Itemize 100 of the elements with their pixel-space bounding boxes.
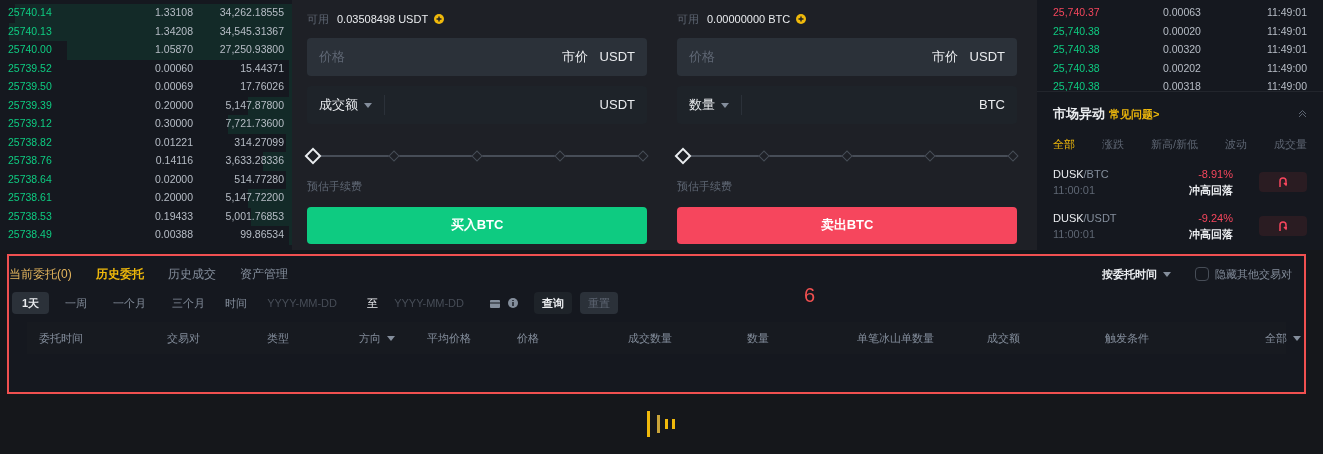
amount-type-selector[interactable]: 成交额 [319,95,385,115]
unit-label: USDT [599,96,635,115]
filter-tab[interactable]: 波动 [1225,135,1247,152]
pair-name: DUSK/BTC [1053,166,1110,182]
change-percent: -8.91% [1198,166,1233,182]
available-label: 可用 [677,11,699,27]
column-header: 类型 [267,330,290,346]
event-time: 11:00:01 [1053,183,1096,198]
trade-price: 25,740.38 [1053,23,1101,39]
available-balance: 0.00000000 BTC [707,11,791,27]
unit-label: USDT [969,48,1005,67]
trade-time: 11:49:00 [1265,79,1307,91]
bid-amount: 0.01221 [154,134,193,150]
period-tab[interactable]: 一个月 [103,292,157,314]
available-label: 可用 [307,11,329,27]
bid-amount: 0.20000 [154,97,193,113]
column-header[interactable]: 方向 [359,329,427,347]
bid-total: 5,001.76853 [224,208,284,224]
trade-price: 25,740.38 [1053,60,1101,76]
bid-total: 34,262.18555 [218,5,284,21]
trade-time: 11:49:01 [1265,42,1307,58]
trade-amount: 0.00320 [1163,42,1202,58]
submit-order-button[interactable]: 卖出BTC [677,206,1017,244]
faq-link[interactable]: 常见问题> [1109,105,1160,122]
bid-amount: 0.20000 [154,190,193,206]
date-separator: 至 [367,295,379,311]
bid-amount: 0.30000 [154,116,193,132]
bid-total: 5,147.72200 [224,190,284,206]
bid-amount: 0.00069 [154,79,193,95]
bid-total: 5,147.87800 [224,97,284,113]
trade-price: 25,740.38 [1053,42,1101,58]
trade-amount: 0.00202 [1163,60,1202,76]
trade-price: 25,740.37 [1053,5,1101,21]
bid-amount: 0.02000 [154,171,193,187]
bid-price: 25739.12 [8,116,53,132]
bid-amount: 0.19433 [154,208,193,224]
order-tab[interactable]: 历史委托 [95,265,144,283]
bid-amount: 1.34208 [154,23,193,39]
bid-price: 25739.52 [8,60,53,76]
bid-total: 7,721.73600 [224,116,284,132]
available-balance: 0.03508498 USDT [337,11,429,27]
trade-price: 25,740.38 [1053,79,1101,91]
query-button[interactable]: 查询 [534,292,573,314]
column-header: 平均价格 [427,330,472,346]
bid-total: 514.77280 [233,171,284,187]
bid-total: 314.27099 [233,134,284,150]
order-tab[interactable]: 历史成交 [167,265,216,283]
trade-amount: 0.00318 [1163,79,1202,91]
bid-total: 99.86534 [239,227,284,243]
bid-total: 34,545.31367 [218,23,284,39]
filter-tab[interactable]: 成交量 [1274,135,1307,152]
bid-amount: 0.14116 [154,153,193,169]
filter-tab[interactable]: 新高/新低 [1150,135,1199,152]
period-tab[interactable]: 三个月 [162,292,216,314]
market-price-label: 市价 [931,48,958,67]
trade-amount: 0.00063 [1163,5,1202,21]
time-label: 时间 [225,295,248,311]
trade-time: 11:49:00 [1265,60,1307,76]
bid-price: 25738.64 [8,171,53,187]
sort-selector[interactable]: 按委托时间 [1102,265,1171,283]
order-tab[interactable]: 资产管理 [239,265,288,283]
section-title: 市场异动 [1053,105,1105,123]
bid-amount: 1.05870 [154,42,193,58]
bid-price: 25738.61 [8,190,53,206]
period-tab[interactable]: 一周 [55,292,98,314]
event-time: 11:00:01 [1053,227,1096,242]
column-header: 触发条件 [1105,330,1150,346]
column-header[interactable]: 全部 [1265,329,1301,347]
column-header: 单笔冰山单数量 [857,330,935,346]
trade-amount: 0.00020 [1163,23,1202,39]
bid-price: 25739.50 [8,79,53,95]
bid-total: 27,250.93800 [218,42,284,58]
bid-amount: 1.33108 [154,5,193,21]
change-percent: -9.24% [1198,210,1233,226]
bid-total: 15.44371 [239,60,284,76]
filter-tab[interactable]: 涨跌 [1102,135,1124,152]
column-header: 成交额 [987,330,1021,346]
pair-name: DUSK/USDT [1053,210,1118,226]
bid-amount: 0.00388 [154,227,193,243]
fee-estimate-label: 预估手续费 [677,179,733,194]
bid-total: 17.76026 [239,79,284,95]
period-tab[interactable]: 1天 [12,292,50,314]
column-header: 数量 [747,330,770,346]
bid-price: 25738.82 [8,134,53,150]
checkbox-label: 隐藏其他交易对 [1215,266,1292,282]
amount-type-selector[interactable]: 数量 [689,95,742,115]
fee-estimate-label: 预估手续费 [307,179,363,194]
column-header: 成交数量 [628,330,673,346]
bid-price: 25738.53 [8,208,53,224]
bid-price: 25740.00 [8,42,53,58]
order-tab[interactable]: 当前委托(0) [9,265,72,283]
bid-total: 3,633.28336 [224,153,284,169]
bid-price: 25740.13 [8,23,53,39]
column-header: 价格 [517,330,540,346]
event-type: 冲高回落 [1189,227,1233,242]
column-header: 交易对 [167,330,201,346]
column-header: 委托时间 [39,330,84,346]
filter-tab[interactable]: 全部 [1053,135,1075,152]
annotation-label: 6 [804,283,816,308]
unit-label: BTC [979,96,1005,115]
